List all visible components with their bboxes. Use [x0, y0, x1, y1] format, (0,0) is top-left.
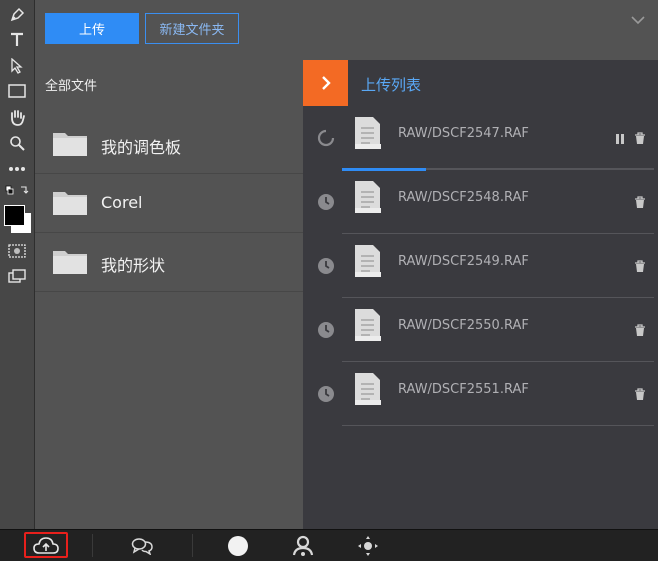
- more-tools-icon[interactable]: [5, 158, 29, 180]
- cloud-files-panel: 上传 新建文件夹 全部文件 我的调色板 Corel 我的形状 上传列表 RAW/…: [35, 0, 658, 529]
- upload-list-panel: 上传列表 RAW/DSCF2547.RAF RAW/DSCF2548.RAF R…: [303, 60, 658, 529]
- upload-list-title: 上传列表: [361, 76, 422, 94]
- pause-icon[interactable]: [614, 130, 626, 149]
- upload-item: RAW/DSCF2551.RAF: [303, 362, 658, 426]
- bottom-dock: [0, 529, 658, 561]
- clock-icon: [317, 193, 335, 215]
- tool-strip: [0, 0, 35, 529]
- text-tool-icon[interactable]: [5, 28, 29, 50]
- folder-name: 我的形状: [101, 256, 166, 275]
- folder-icon: [52, 247, 88, 279]
- new-folder-button[interactable]: 新建文件夹: [145, 13, 239, 44]
- chevron-down-icon[interactable]: [630, 12, 646, 31]
- file-icon: [353, 116, 381, 154]
- clock-icon: [317, 385, 335, 407]
- file-name: RAW/DSCF2549.RAF: [398, 254, 529, 269]
- file-icon: [353, 308, 381, 346]
- upload-item: RAW/DSCF2549.RAF: [303, 234, 658, 298]
- zoom-tool-icon[interactable]: [5, 132, 29, 154]
- all-files-title: 全部文件: [45, 79, 98, 94]
- file-icon: [353, 372, 381, 410]
- folder-item[interactable]: Corel: [35, 174, 303, 233]
- select-tool-icon[interactable]: [5, 55, 29, 77]
- file-name: RAW/DSCF2548.RAF: [398, 190, 529, 205]
- panel-header: 上传 新建文件夹: [35, 0, 658, 60]
- upload-button[interactable]: 上传: [45, 13, 139, 44]
- file-name: RAW/DSCF2550.RAF: [398, 318, 529, 333]
- circle-icon[interactable]: [216, 530, 260, 561]
- trash-icon[interactable]: [634, 386, 646, 405]
- trash-icon[interactable]: [634, 130, 646, 149]
- quick-mask-icon[interactable]: [5, 240, 29, 262]
- cloud-upload-icon[interactable]: [24, 530, 68, 561]
- file-name: RAW/DSCF2547.RAF: [398, 126, 529, 141]
- row-divider: [342, 425, 654, 426]
- rectangle-tool-icon[interactable]: [5, 80, 29, 102]
- dock-separator: [192, 534, 193, 557]
- folder-item[interactable]: 我的形状: [35, 233, 303, 292]
- chevron-right-icon[interactable]: [303, 60, 348, 106]
- upload-list-header: 上传列表: [303, 60, 658, 106]
- foreground-color-swatch[interactable]: [4, 205, 25, 226]
- hand-tool-icon[interactable]: [5, 106, 29, 128]
- clock-icon: [317, 257, 335, 279]
- file-icon: [353, 180, 381, 218]
- upload-item: RAW/DSCF2547.RAF: [303, 106, 658, 171]
- pen-tool-icon[interactable]: [5, 4, 29, 26]
- clock-icon: [317, 321, 335, 343]
- folder-item[interactable]: 我的调色板: [35, 115, 303, 174]
- dock-separator: [92, 534, 93, 557]
- swap-colors-icon[interactable]: [5, 184, 29, 198]
- upload-item: RAW/DSCF2548.RAF: [303, 170, 658, 234]
- trash-icon[interactable]: [634, 258, 646, 277]
- chat-icon[interactable]: [120, 530, 164, 561]
- file-icon: [353, 244, 381, 282]
- file-name: RAW/DSCF2551.RAF: [398, 382, 529, 397]
- move-icon[interactable]: [346, 530, 390, 561]
- trash-icon[interactable]: [634, 322, 646, 341]
- folder-name: Corel: [101, 193, 143, 212]
- folder-name: 我的调色板: [101, 138, 182, 157]
- folder-icon: [52, 188, 88, 220]
- loading-spinner-icon: [317, 129, 335, 151]
- trash-icon[interactable]: [634, 194, 646, 213]
- screen-mode-icon[interactable]: [5, 265, 29, 287]
- folder-icon: [52, 129, 88, 161]
- user-settings-icon[interactable]: [281, 530, 325, 561]
- upload-item: RAW/DSCF2550.RAF: [303, 298, 658, 362]
